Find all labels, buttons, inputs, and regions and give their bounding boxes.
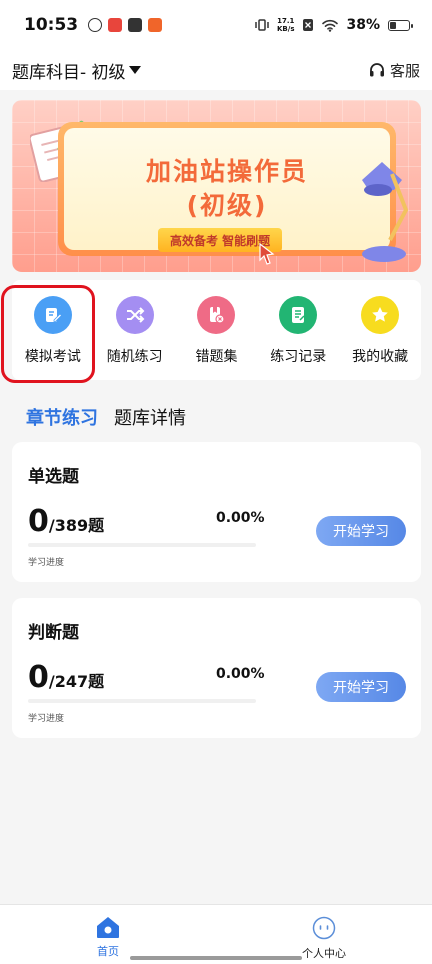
quick-action-label: 错题集 (195, 349, 238, 365)
progress-label: 学习进度 (28, 558, 65, 568)
no-sim-icon (303, 19, 314, 31)
wrong-book-icon (197, 296, 236, 334)
tab-chapter-practice[interactable]: 章节练习 (26, 404, 98, 430)
header: 题库科目- 初级 客服 (0, 50, 432, 90)
battery-icon (388, 19, 413, 31)
subject-selector[interactable]: 题库科目- 初级 (12, 58, 141, 83)
practice-title: 单选题 (28, 467, 79, 487)
star-icon (361, 296, 400, 334)
promo-banner[interactable]: 加油站操作员 (初级) 高效备考 智能刷题 (12, 100, 421, 272)
quick-action-label: 我的收藏 (352, 349, 409, 365)
practice-title: 判断题 (28, 623, 79, 643)
customer-service-button[interactable]: 客服 (368, 60, 420, 81)
shuffle-icon (115, 296, 154, 334)
practice-card-single-choice: 单选题 0 /389题 0.00% 学习进度 开始学习 (12, 442, 421, 582)
progress-bar (28, 543, 256, 547)
nav-label: 首页 (97, 945, 119, 958)
banner-title: 加油站操作员 (145, 157, 308, 186)
app-notification-icon (148, 18, 163, 32)
nav-label: 个人中心 (302, 947, 346, 960)
net-speed-unit: KB/s (277, 25, 295, 33)
status-time: 10:53 (24, 15, 79, 35)
quick-action-label: 练习记录 (270, 349, 327, 365)
headset-icon (369, 63, 384, 77)
progress-percent: 0.00% (216, 666, 265, 682)
practice-tabs: 章节练习 题库详情 (26, 404, 186, 430)
progress-percent: 0.00% (216, 510, 265, 526)
desk-lamp-icon (362, 162, 409, 262)
mail-icon (128, 18, 143, 32)
quick-action-label: 随机练习 (106, 349, 163, 365)
status-bar: 10:53 17.1 KB/s 38% (0, 0, 432, 50)
battery-level (390, 21, 397, 29)
network-speed: 17.1 KB/s (277, 17, 294, 33)
home-indicator (130, 956, 302, 960)
record-icon (279, 296, 318, 334)
start-learning-button[interactable]: 开始学习 (316, 672, 406, 702)
cursor-arrow-icon (259, 242, 275, 265)
done-count: 0 (28, 660, 49, 695)
quick-action-mock-exam[interactable]: 模拟考试 (12, 280, 94, 380)
total-count: /247题 (48, 672, 105, 691)
quick-action-wrong-questions[interactable]: 错题集 (176, 280, 258, 380)
quick-action-label: 模拟考试 (24, 349, 81, 365)
banner-subtitle: (初级) (186, 191, 268, 220)
bottom-nav: 首页 个人中心 (0, 904, 432, 964)
progress-bar (28, 699, 256, 703)
app-notification-icon (108, 18, 123, 32)
vibrate-icon (255, 19, 269, 31)
app-notification-icon (88, 18, 103, 32)
tab-bank-details[interactable]: 题库详情 (114, 404, 186, 430)
subject-label: 题库科目- 初级 (12, 62, 126, 83)
service-label: 客服 (389, 61, 420, 80)
home-icon (97, 917, 119, 938)
total-count: /389题 (48, 516, 105, 535)
battery-percent: 38% (346, 17, 380, 33)
notification-icons (88, 18, 163, 32)
net-speed-value: 17.1 (277, 17, 295, 25)
practice-count: 0 /389题 (28, 504, 104, 539)
profile-face-icon (312, 916, 336, 940)
wifi-icon (322, 19, 339, 32)
done-count: 0 (28, 504, 49, 539)
progress-label: 学习进度 (28, 714, 65, 724)
quick-action-random-practice[interactable]: 随机练习 (94, 280, 176, 380)
exam-edit-icon (33, 296, 72, 334)
caret-down-icon (128, 66, 141, 74)
practice-card-true-false: 判断题 0 /247题 0.00% 学习进度 开始学习 (12, 598, 421, 738)
start-learning-button[interactable]: 开始学习 (316, 516, 406, 546)
quick-actions-card: 模拟考试 随机练习 错题集 练习记录 我的收藏 (12, 280, 421, 380)
quick-action-my-favorites[interactable]: 我的收藏 (339, 280, 421, 380)
quick-action-practice-record[interactable]: 练习记录 (257, 280, 339, 380)
practice-count: 0 /247题 (28, 660, 104, 695)
